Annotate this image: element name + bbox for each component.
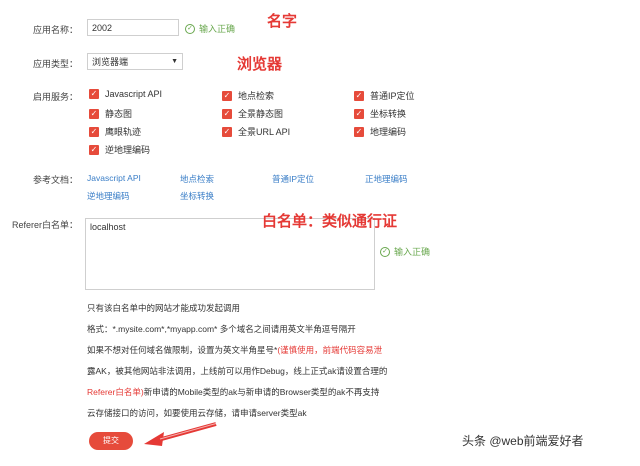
checkbox-checked-icon: ✓: [89, 89, 99, 99]
app-name-label: 应用名称：: [32, 25, 78, 35]
checkbox-checked-icon: ✓: [89, 126, 99, 137]
app-name-status: ✓ 输入正确: [185, 22, 235, 35]
service-label-text: 全景URL API: [238, 127, 291, 137]
app-name-status-text: 输入正确: [199, 24, 236, 34]
note-line-5: Referer白名单)新申请的Mobile类型的ak与新申请的Browser类型…: [87, 386, 379, 398]
watermark: 头条 @web前端爱好者: [462, 434, 584, 448]
service-checkbox-reverse-geocoding[interactable]: ✓ 逆地理编码: [89, 143, 150, 156]
doc-link-reverse-geocoding[interactable]: 逆地理编码: [87, 190, 130, 202]
checkbox-checked-icon: ✓: [354, 108, 364, 119]
annotation-whitelist: 白名单：类似通行证: [262, 212, 398, 230]
app-type-value: 浏览器端: [92, 56, 129, 67]
service-label-text: 鹰眼轨迹: [105, 127, 142, 137]
service-label-text: 静态图: [105, 109, 133, 119]
note-line-3-part-b: (谨慎使用，前端代码容易泄: [277, 345, 383, 355]
docs-label: 参考文档：: [32, 175, 78, 185]
note-line-5-part-b: 新申请的Mobile类型的ak与新申请的Browser类型的ak不再支持: [143, 387, 380, 397]
check-circle-icon: ✓: [185, 23, 195, 34]
note-line-3: 如果不想对任何域名做限制，设置为英文半角星号*(谨慎使用，前端代码容易泄: [87, 344, 382, 356]
annotation-browser: 浏览器: [237, 55, 283, 73]
checkbox-checked-icon: ✓: [354, 90, 364, 101]
referer-status: ✓ 输入正确: [380, 245, 430, 258]
service-checkbox-place-search[interactable]: ✓ 地点检索: [222, 89, 274, 102]
submit-button[interactable]: 提交: [89, 432, 133, 450]
app-name-input[interactable]: 2002: [87, 19, 179, 36]
service-checkbox-panorama-url[interactable]: ✓ 全景URL API: [222, 125, 290, 138]
arrow-annotation-icon: [144, 422, 219, 446]
checkbox-checked-icon: ✓: [222, 108, 232, 119]
service-label-text: 地点检索: [238, 91, 275, 101]
doc-link-coord-convert[interactable]: 坐标转换: [180, 190, 214, 202]
checkbox-checked-icon: ✓: [222, 126, 232, 137]
referer-label: Referer白名单：: [11, 220, 78, 230]
checkbox-checked-icon: ✓: [89, 144, 99, 155]
service-checkbox-geocoding[interactable]: ✓ 地理编码: [354, 125, 406, 138]
service-label: 启用服务：: [32, 92, 78, 102]
note-line-4: 露AK，被其他网站非法调用，上线前可以用作Debug，线上正式ak请设置合理的: [87, 366, 388, 376]
doc-link-ip-location[interactable]: 普通IP定位: [272, 173, 314, 185]
service-label-text: 地理编码: [370, 127, 407, 137]
doc-link-place-search[interactable]: 地点检索: [180, 173, 214, 185]
service-checkbox-panorama-static[interactable]: ✓ 全景静态图: [222, 107, 283, 120]
checkbox-checked-icon: ✓: [354, 126, 364, 137]
service-checkbox-static-map[interactable]: ✓ 静态图: [89, 107, 132, 120]
service-label-text: 全景静态图: [238, 109, 284, 119]
service-checkbox-js-api[interactable]: ✓ Javascript API: [89, 89, 162, 99]
service-label-text: 坐标转换: [370, 109, 407, 119]
checkbox-checked-icon: ✓: [222, 90, 232, 101]
dropdown-arrow-icon: ▼: [171, 57, 178, 65]
service-checkbox-coord-convert[interactable]: ✓ 坐标转换: [354, 107, 406, 120]
service-checkbox-eagle-track[interactable]: ✓ 鹰眼轨迹: [89, 125, 141, 138]
doc-link-geocoding[interactable]: 正地理编码: [365, 173, 408, 185]
service-checkbox-ip-location[interactable]: ✓ 普通IP定位: [354, 89, 415, 102]
annotation-name: 名字: [267, 12, 298, 30]
note-line-5-part-a: Referer白名单): [87, 387, 144, 397]
note-line-3-part-a: 如果不想对任何域名做限制，设置为英文半角星号*: [87, 345, 278, 355]
note-line-2: 格式：*.mysite.com*,*myapp.com* 多个域名之间请用英文半…: [87, 324, 356, 334]
note-line-1: 只有该白名单中的网站才能成功发起调用: [87, 303, 241, 313]
check-circle-icon: ✓: [380, 246, 390, 257]
service-label-text: Javascript API: [105, 89, 163, 99]
referer-status-text: 输入正确: [394, 247, 431, 257]
service-label-text: 逆地理编码: [105, 145, 151, 155]
service-label-text: 普通IP定位: [370, 91, 415, 101]
app-type-select[interactable]: 浏览器端 ▼: [87, 53, 183, 70]
app-type-label: 应用类型：: [32, 59, 78, 69]
checkbox-checked-icon: ✓: [89, 108, 99, 119]
doc-link-js-api[interactable]: Javascript API: [87, 173, 141, 183]
